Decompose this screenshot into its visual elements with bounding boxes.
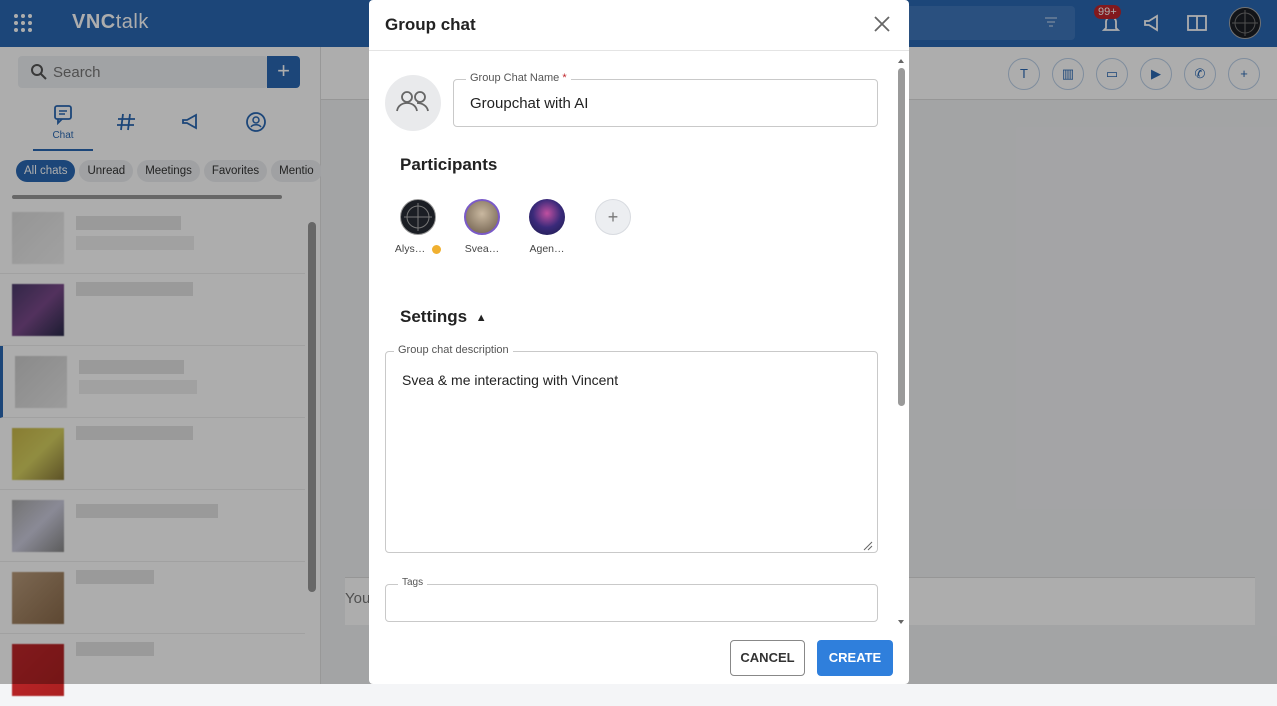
group-chat-name-label: Group Chat Name * [466,72,571,84]
avatar [400,199,436,235]
group-people-icon [396,91,429,112]
cancel-button[interactable]: CANCEL [730,640,805,676]
dialog-scrollbar-thumb[interactable] [898,68,905,406]
caret-up-icon: ▲ [475,311,487,324]
group-chat-dialog: Group chat Group Chat Name * Groupchat w… [369,0,909,684]
participant-item[interactable]: Alys… [388,199,448,255]
tags-field[interactable]: Tags [385,577,878,622]
group-description-label: Group chat description [394,344,513,356]
create-button[interactable]: CREATE [817,640,893,676]
group-avatar[interactable] [385,75,441,131]
participant-item[interactable]: Svea… [452,199,512,255]
add-participant-button[interactable]: + [595,199,631,235]
dialog-divider [369,50,909,51]
group-description-field[interactable]: Group chat description Svea & me interac… [385,344,878,553]
close-icon[interactable] [872,14,892,34]
resize-handle-icon[interactable] [863,538,873,551]
participants-title: Participants [400,155,498,174]
tags-label: Tags [398,577,428,588]
participant-name: Svea… [464,243,500,255]
avatar [464,199,500,235]
dialog-title: Group chat [385,15,476,34]
group-chat-name-value: Groupchat with AI [470,95,589,112]
participant-item[interactable]: Agen… [517,199,577,255]
settings-toggle[interactable]: Settings ▲ [400,307,487,327]
avatar [529,199,565,235]
participant-name: Alys… [388,243,448,255]
group-description-value: Svea & me interacting with Vincent [402,372,619,388]
participant-name: Agen… [529,243,565,255]
group-chat-name-field[interactable]: Group Chat Name * Groupchat with AI [453,72,878,127]
owner-badge-icon [432,244,442,254]
